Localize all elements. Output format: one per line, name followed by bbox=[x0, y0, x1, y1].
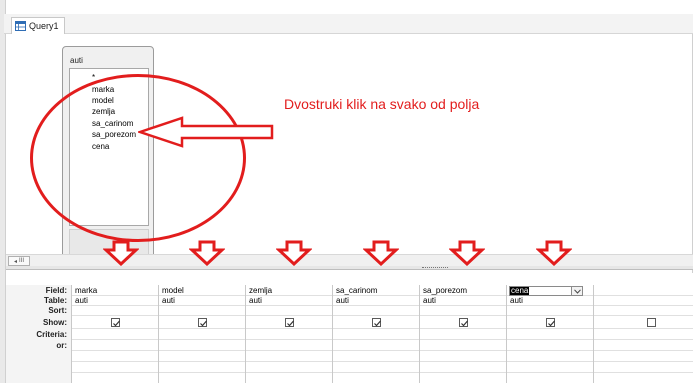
grid-field-cell[interactable]: sa_porezom bbox=[423, 286, 467, 295]
scroll-left-icon: ◂ bbox=[13, 258, 17, 265]
grid-field-cell[interactable]: cena bbox=[510, 287, 530, 295]
grid-field-cell[interactable]: model bbox=[162, 286, 184, 295]
annotation-instruction: Dvostruki klik na svako od polja bbox=[284, 96, 480, 112]
grid-table-cell[interactable]: auti bbox=[249, 296, 262, 305]
down-arrow-annotation-icon bbox=[189, 240, 225, 266]
chevron-down-icon bbox=[573, 288, 581, 294]
show-checkbox[interactable] bbox=[198, 318, 207, 327]
down-arrow-annotation-icon bbox=[536, 240, 572, 266]
row-label-or: or: bbox=[56, 341, 67, 350]
checkmark-icon bbox=[200, 320, 207, 327]
document-tab-strip: Query1 bbox=[4, 14, 693, 34]
query-design-icon bbox=[15, 21, 26, 31]
left-arrow-annotation-icon bbox=[138, 116, 274, 148]
show-checkbox[interactable] bbox=[372, 318, 381, 327]
row-label-sort: Sort: bbox=[48, 306, 67, 315]
grid-field-cell[interactable]: sa_carinom bbox=[336, 286, 377, 295]
grid-table-cell[interactable]: auti bbox=[75, 296, 88, 305]
checkmark-icon bbox=[374, 320, 381, 327]
grid-table-cell[interactable]: auti bbox=[510, 296, 523, 305]
show-checkbox[interactable] bbox=[546, 318, 555, 327]
checkmark-icon bbox=[461, 320, 468, 327]
row-label-table: Table: bbox=[44, 296, 67, 305]
grid-row-labels: Field: Table: Sort: Show: Criteria: or: bbox=[6, 285, 72, 383]
grid-column-marka[interactable]: marka auti bbox=[72, 285, 159, 383]
grid-column-cena[interactable]: cena auti bbox=[507, 285, 594, 383]
grid-field-cell[interactable]: marka bbox=[75, 286, 97, 295]
row-label-criteria: Criteria: bbox=[36, 330, 67, 339]
checkmark-icon bbox=[113, 320, 120, 327]
query-design-grid: Field: Table: Sort: Show: Criteria: or: … bbox=[6, 285, 693, 383]
field-dropdown-cena[interactable]: cena bbox=[509, 286, 583, 296]
show-checkbox[interactable] bbox=[459, 318, 468, 327]
splitter-grip[interactable] bbox=[422, 267, 448, 269]
grid-table-cell[interactable]: auti bbox=[423, 296, 436, 305]
grid-column-empty[interactable] bbox=[594, 285, 693, 383]
pane-splitter[interactable] bbox=[6, 266, 693, 270]
tab-title: Query1 bbox=[29, 21, 59, 31]
down-arrow-annotation-icon bbox=[276, 240, 312, 266]
checkmark-icon bbox=[287, 320, 294, 327]
table-name: auti bbox=[70, 56, 83, 65]
grid-column-zemlja[interactable]: zemlja auti bbox=[246, 285, 333, 383]
down-arrow-annotation-icon bbox=[363, 240, 399, 266]
grid-column-model[interactable]: model auti bbox=[159, 285, 246, 383]
grid-column-sa-carinom[interactable]: sa_carinom auti bbox=[333, 285, 420, 383]
grid-field-cell[interactable]: zemlja bbox=[249, 286, 272, 295]
grid-column-sa-porezom[interactable]: sa_porezom auti bbox=[420, 285, 507, 383]
red-highlight-ellipse bbox=[30, 74, 246, 242]
checkmark-icon bbox=[548, 320, 555, 327]
show-checkbox[interactable] bbox=[647, 318, 656, 327]
scroll-thumb-label: III bbox=[19, 258, 25, 264]
show-checkbox[interactable] bbox=[285, 318, 294, 327]
row-label-field: Field: bbox=[45, 286, 67, 295]
down-arrow-annotation-icon bbox=[103, 240, 139, 266]
down-arrow-annotation-icon bbox=[449, 240, 485, 266]
show-checkbox[interactable] bbox=[111, 318, 120, 327]
query-design-pane: auti * marka model zemlja sa_carinom sa_… bbox=[6, 34, 693, 273]
grid-table-cell[interactable]: auti bbox=[162, 296, 175, 305]
dropdown-button[interactable] bbox=[571, 286, 583, 296]
grid-table-cell[interactable]: auti bbox=[336, 296, 349, 305]
tab-query1[interactable]: Query1 bbox=[11, 17, 65, 34]
scroll-left-button[interactable]: ◂ III bbox=[8, 256, 30, 266]
row-label-show: Show: bbox=[43, 318, 67, 327]
